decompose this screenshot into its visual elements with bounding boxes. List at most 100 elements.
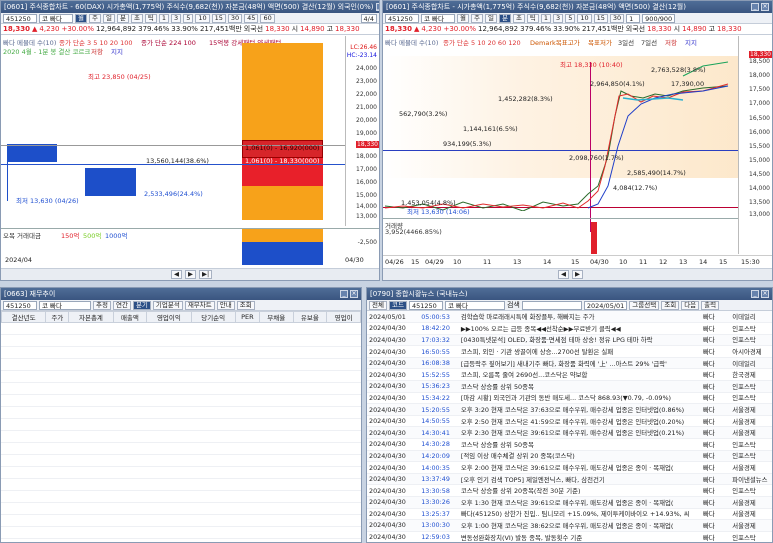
stock-code-input[interactable]: 451250	[408, 300, 443, 310]
annual-radio[interactable]: 연간	[112, 300, 131, 310]
scroll-left-button[interactable]: ◀	[558, 270, 569, 279]
interval-5[interactable]: 5	[565, 13, 576, 23]
news-row[interactable]: 2024/04/30 14:00:35 오후 2:00 현재 코스닥은 39:61으…	[367, 461, 772, 474]
minimize-icon[interactable]: _	[751, 3, 759, 11]
col-op-margin[interactable]: 영업이	[326, 311, 361, 323]
period-min[interactable]: 분	[498, 13, 511, 23]
period-sec[interactable]: 초	[512, 13, 525, 23]
news-row[interactable]: 2024/04/30 13:30:26 오후 1:30 현재 코스닥은 39:61으…	[367, 496, 772, 509]
search-button[interactable]: 조회	[236, 300, 255, 310]
volume-chart[interactable]: 오목 거래대금 150억 500억 1000억 -2,500 2024/04 0…	[1, 228, 379, 265]
stock-name-field[interactable]: 코 빠다	[39, 300, 91, 310]
period-month[interactable]: 월	[457, 13, 469, 23]
code-radio[interactable]: 코드	[388, 300, 407, 310]
interval-3[interactable]: 3	[553, 13, 564, 23]
news-row[interactable]: 2024/04/30 16:50:55 코스피, 외인 · 기관 쌍끌이에 상승..…	[367, 345, 772, 358]
interval-45[interactable]: 45	[244, 13, 259, 23]
print-button[interactable]: 출력	[701, 300, 720, 310]
news-row[interactable]: 2024/04/30 17:03:32 [0430특넷분석] OLED, 화장품·면…	[367, 334, 772, 347]
period-tick[interactable]: 틱	[526, 13, 539, 23]
title-bar[interactable]: [0790] 종합시황뉴스 (국내뉴스) _ ×	[367, 288, 772, 300]
stock-code-input[interactable]: 451250	[3, 300, 37, 310]
period-day[interactable]: 일	[484, 13, 497, 23]
minimize-icon[interactable]: _	[375, 3, 379, 11]
news-row[interactable]: 2024/04/30 13:37:49 [오후 인기 검색 TOP5] 제일엔전닉스…	[367, 473, 772, 486]
period-week[interactable]: 주	[88, 13, 101, 23]
title-bar[interactable]: [0601] 주식종합차트 - 60(DAX) 시가총액(1,775억) 주식수…	[1, 1, 379, 13]
intraday-chart[interactable]: 빠다 메뮬데 수(10) 종가 단순 5 10 20 60 120 Demark…	[383, 36, 772, 254]
chart-scrollbar[interactable]: ◀ ▶	[383, 268, 772, 280]
scroll-left-button[interactable]: ◀	[171, 270, 182, 279]
period-month[interactable]: 월	[75, 13, 87, 23]
page-input[interactable]: 1	[626, 13, 641, 23]
stock-name-field[interactable]: 코 빠다	[39, 13, 73, 23]
price-chart[interactable]: 빠다 메뮬데 수(10) 종가 단순 3 5 10 20 100 종가 단순 2…	[1, 36, 379, 226]
company-analysis-button[interactable]: 기업분석	[152, 300, 183, 310]
interval-1[interactable]: 1	[158, 13, 170, 23]
estimate-checkbox[interactable]: 추정	[93, 300, 111, 310]
finance-chart-button[interactable]: 재무차트	[184, 300, 215, 310]
group-select[interactable]: 그룹선택	[629, 300, 660, 310]
stock-name-field[interactable]: 코 빠다	[421, 13, 455, 23]
col-net-income[interactable]: 당기순익	[190, 311, 236, 323]
period-sec[interactable]: 초	[130, 13, 143, 23]
news-row[interactable]: 2024/04/30 12:59:03 변동성완화장치(VI) 발동 종목, 발동횟…	[367, 531, 772, 542]
news-row[interactable]: 2024/04/30 14:50:55 오후 2:50 현재 코스닥은 41:59으…	[367, 415, 772, 428]
scroll-right-button[interactable]: ▶	[572, 270, 583, 279]
col-revenue[interactable]: 매출액	[112, 311, 148, 323]
news-row[interactable]: 2024/04/30 18:42:20 ▶▶100% 오르는 급등 종목◀◀선착순▶…	[367, 322, 772, 335]
news-row[interactable]: 2024/04/30 13:30:58 코스닥 상승률 상위 20종목(작전 30분…	[367, 484, 772, 497]
interval-15[interactable]: 15	[593, 13, 608, 23]
stock-code-input[interactable]: 451250	[3, 13, 37, 23]
guide-button[interactable]: 안내	[216, 300, 235, 310]
col-price[interactable]: 주가	[45, 311, 70, 323]
scroll-right-button[interactable]: ▶	[185, 270, 196, 279]
news-row[interactable]: 2024/04/30 14:30:41 오후 2:30 현재 코스닥은 39:61으…	[367, 426, 772, 440]
col-reserve-ratio[interactable]: 유보율	[292, 311, 328, 323]
period-tick[interactable]: 틱	[144, 13, 157, 23]
next-button[interactable]: 다음	[681, 300, 700, 310]
col-year[interactable]: 결산년도	[1, 311, 47, 323]
news-row[interactable]: 2024/04/30 15:34:22 [마감 시황] 외국인과 기관의 동반 매도…	[367, 392, 772, 405]
news-row[interactable]: 2024/04/30 13:25:37 빠다(451250) 상한가 진입.. 팀니…	[367, 508, 772, 521]
col-debt-ratio[interactable]: 부채율	[258, 311, 294, 323]
date-input[interactable]: 2024/05/01	[583, 300, 628, 310]
news-row[interactable]: 2024/04/30 14:30:28 코스닥 상승률 상위 50종목 빠다 인포스탁	[367, 438, 772, 451]
period-week[interactable]: 주	[470, 13, 483, 23]
close-icon[interactable]: ×	[761, 3, 769, 11]
interval-60[interactable]: 60	[260, 13, 275, 23]
interval-30[interactable]: 30	[609, 13, 625, 23]
news-row[interactable]: 2024/04/30 14:20:09 [적임 이상 매수체결 상위 20 종목(코…	[367, 450, 772, 463]
interval-10[interactable]: 10	[195, 13, 210, 23]
interval-3[interactable]: 3	[171, 13, 182, 23]
interval-30[interactable]: 30	[227, 13, 243, 23]
interval-5[interactable]: 5	[183, 13, 194, 23]
col-equity[interactable]: 자본총계	[68, 311, 114, 323]
chart-scrollbar[interactable]: ◀ ▶ ▶|	[1, 268, 379, 280]
minimize-icon[interactable]: _	[751, 290, 759, 298]
search-button[interactable]: 조회	[661, 300, 680, 310]
search-input[interactable]	[521, 300, 582, 310]
interval-10[interactable]: 10	[577, 13, 592, 23]
col-per[interactable]: PER	[234, 311, 260, 323]
title-bar[interactable]: [0601] 주식종합차트 - 시가총액(1,775억) 주식수(9,682(천…	[383, 1, 772, 13]
col-op-income[interactable]: 영업이익	[146, 311, 192, 323]
period-min[interactable]: 분	[116, 13, 129, 23]
stock-code-input[interactable]: 451250	[385, 13, 419, 23]
quarterly-radio[interactable]: 분기	[132, 300, 151, 310]
close-icon[interactable]: ×	[350, 290, 358, 298]
news-row[interactable]: 2024/04/30 15:36:23 코스닥 상승률 상위 50종목 빠다 인포스탁	[367, 380, 772, 393]
news-row[interactable]: 2024/04/30 13:00:30 오후 1:00 현재 코스닥은 38:62으…	[367, 519, 772, 532]
title-bar[interactable]: [0663] 재무추이 _ ×	[1, 288, 361, 300]
all-radio[interactable]: 전체	[369, 300, 387, 310]
interval-1[interactable]: 1	[540, 13, 552, 23]
news-row[interactable]: 2024/04/30 15:52:55 코스피, 오름폭 줄여 2690선...코스…	[367, 368, 772, 382]
minimize-icon[interactable]: _	[340, 290, 348, 298]
news-row[interactable]: 2024/04/30 16:08:38 [급등락주 짚어보기] 새내기주 빠다, 화…	[367, 357, 772, 370]
stock-name-field[interactable]: 코 빠다	[444, 300, 505, 310]
scroll-end-button[interactable]: ▶|	[199, 270, 213, 279]
period-day[interactable]: 일	[102, 13, 115, 23]
close-icon[interactable]: ×	[761, 290, 769, 298]
news-row[interactable]: 2024/04/30 15:20:55 오후 3:20 현재 코스닥은 37:63으…	[367, 403, 772, 416]
interval-15[interactable]: 15	[211, 13, 226, 23]
